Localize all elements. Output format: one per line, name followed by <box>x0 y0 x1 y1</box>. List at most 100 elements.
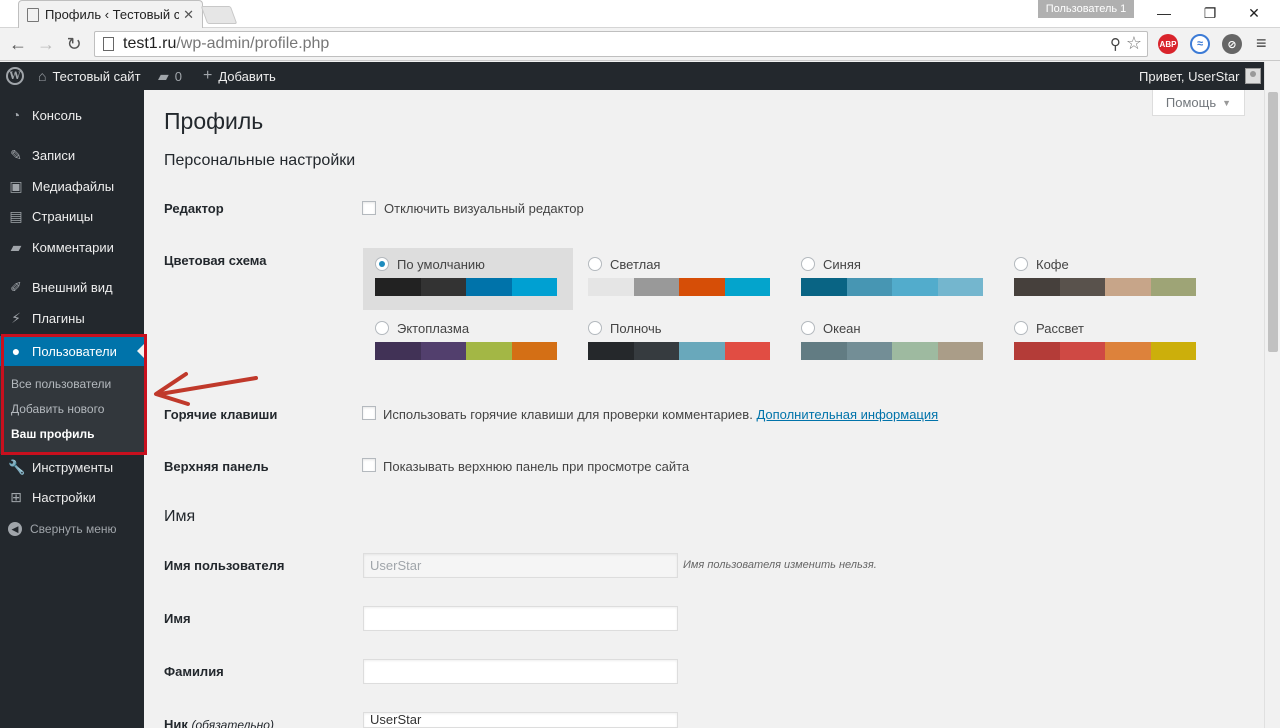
browser-toolbar: ← → ↻ test1.ru/wp-admin/profile.php ⚲ ☆ … <box>0 28 1280 61</box>
hotkeys-checkbox[interactable] <box>362 406 376 420</box>
help-button[interactable]: Помощь ▼ <box>1152 90 1245 116</box>
url-host: test1.ru <box>123 35 177 52</box>
color-scheme-radio[interactable] <box>588 321 602 335</box>
color-scheme-radio[interactable] <box>375 321 389 335</box>
color-scheme-radio[interactable] <box>1014 257 1028 271</box>
sidebar-item-plugins[interactable]: ⚡ Плагины <box>0 303 144 333</box>
sidebar-item-label: Комментарии <box>32 239 114 255</box>
close-window-icon[interactable]: ✕ <box>1232 2 1276 24</box>
comments-link[interactable]: ▰ 0 <box>158 62 182 90</box>
collapse-menu-button[interactable]: ◀ Свернуть меню <box>8 522 117 536</box>
sidebar-item-media[interactable]: ▣ Медиафайлы <box>0 171 144 201</box>
first-name-input[interactable] <box>363 606 678 631</box>
swatch <box>1059 342 1105 360</box>
sidebar-item-dashboard[interactable]: ◔ Консоль <box>0 100 144 130</box>
sidebar-item-appearance[interactable]: ✐ Внешний вид <box>0 272 144 302</box>
close-icon[interactable]: ✕ <box>183 7 194 23</box>
color-scheme-radio[interactable] <box>375 257 389 271</box>
swatch <box>679 342 725 360</box>
restore-icon[interactable]: ❐ <box>1188 2 1232 24</box>
scrollbar-thumb[interactable] <box>1268 92 1278 352</box>
swatch <box>679 278 725 296</box>
profile-badge[interactable]: Пользователь 1 <box>1038 0 1134 18</box>
sidebar-item-label: Настройки <box>32 489 96 505</box>
sidebar-item-pages[interactable]: ▤ Страницы <box>0 201 144 231</box>
color-scheme-ocean[interactable]: Океан <box>789 312 999 374</box>
hotkeys-more-info-link[interactable]: Дополнительная информация <box>756 407 938 422</box>
swatch <box>1059 278 1105 296</box>
wordpress-icon: W <box>6 67 24 85</box>
show-toolbar-label[interactable]: Показывать верхнюю панель при просмотре … <box>383 459 689 474</box>
sidebar-item-settings[interactable]: ⊞ Настройки <box>0 482 144 512</box>
caret-down-icon: ▼ <box>1222 97 1232 108</box>
swatch <box>511 342 557 360</box>
plugin-icon: ⚡ <box>11 309 21 326</box>
swatch <box>588 278 634 296</box>
sync-extension-icon[interactable]: ≈ <box>1190 34 1210 54</box>
zoom-icon[interactable]: ⚲ <box>1110 35 1121 53</box>
add-new-link[interactable]: + Добавить <box>203 62 276 90</box>
back-icon[interactable]: ← <box>6 32 30 56</box>
comments-count: 0 <box>174 68 183 84</box>
last-name-input[interactable] <box>363 659 678 684</box>
brush-icon: ✐ <box>10 278 22 295</box>
page-icon <box>103 37 114 51</box>
sidebar-item-label: Страницы <box>32 208 94 224</box>
compass-extension-icon[interactable]: ⊘ <box>1222 34 1242 54</box>
color-scheme-radio[interactable] <box>1014 321 1028 335</box>
star-icon[interactable]: ☆ <box>1126 33 1142 54</box>
swatch <box>633 342 679 360</box>
color-scheme-name: Кофе <box>1036 257 1069 272</box>
page-title: Профиль <box>164 108 264 134</box>
minimize-icon[interactable]: — <box>1142 2 1186 24</box>
account-menu[interactable]: Привет, UserStar <box>1139 62 1262 90</box>
reload-icon[interactable]: ↻ <box>62 32 86 56</box>
add-new-label: Добавить <box>218 68 276 84</box>
swatch <box>466 342 512 360</box>
address-bar[interactable]: test1.ru/wp-admin/profile.php ⚲ ☆ <box>94 31 1148 57</box>
color-scheme-coffee[interactable]: Кофе <box>1002 248 1212 310</box>
color-scheme-sunrise[interactable]: Рассвет <box>1002 312 1212 374</box>
hotkeys-option[interactable]: Использовать горячие клавиши для проверк… <box>383 407 938 422</box>
help-label: Помощь <box>1165 95 1217 110</box>
wordpress-logo-item[interactable]: W <box>6 62 24 90</box>
color-scheme-radio[interactable] <box>801 257 815 271</box>
color-scheme-radio[interactable] <box>801 321 815 335</box>
pin-icon: ✎ <box>10 146 22 163</box>
swatch <box>420 342 466 360</box>
page-scrollbar[interactable] <box>1264 62 1280 728</box>
color-scheme-blue[interactable]: Синяя <box>789 248 999 310</box>
forward-icon[interactable]: → <box>34 32 58 56</box>
color-scheme-light[interactable]: Светлая <box>576 248 786 310</box>
swatch <box>937 278 983 296</box>
browser-tab[interactable]: Профиль ‹ Тестовый сайт ✕ <box>18 0 203 28</box>
sidebar-item-posts[interactable]: ✎ Записи <box>0 140 144 170</box>
nickname-input[interactable] <box>363 712 678 728</box>
color-scheme-midnight[interactable]: Полночь <box>576 312 786 374</box>
color-swatches <box>375 342 557 360</box>
new-tab-button[interactable] <box>200 6 238 24</box>
menu-icon[interactable]: ≡ <box>1256 33 1267 54</box>
disable-visual-editor-checkbox[interactable] <box>362 201 376 215</box>
sidebar-item-label: Плагины <box>32 310 85 326</box>
swatch <box>375 278 421 296</box>
swatch <box>511 278 557 296</box>
show-toolbar-checkbox[interactable] <box>362 458 376 472</box>
sidebar-item-tools[interactable]: 🔧 Инструменты <box>0 452 144 482</box>
swatch <box>633 278 679 296</box>
disable-visual-editor-label[interactable]: Отключить визуальный редактор <box>384 201 584 216</box>
tools-icon: 🔧 <box>8 458 26 475</box>
sidebar-item-comments[interactable]: ▰ Комментарии <box>0 232 144 262</box>
last-name-label: Фамилия <box>164 664 224 679</box>
personal-settings-heading: Персональные настройки <box>164 152 356 169</box>
color-scheme-default[interactable]: По умолчанию <box>363 248 573 310</box>
color-scheme-ectoplasm[interactable]: Эктоплазма <box>363 312 573 374</box>
site-name: Тестовый сайт <box>52 68 141 84</box>
collapse-icon: ◀ <box>8 522 22 536</box>
adblock-icon[interactable]: ABP <box>1158 34 1178 54</box>
comment-bubble-icon: ▰ <box>158 67 169 84</box>
color-scheme-name: Синяя <box>823 257 861 272</box>
username-input <box>363 553 678 578</box>
site-name-link[interactable]: ⌂ Тестовый сайт <box>38 62 141 90</box>
color-scheme-radio[interactable] <box>588 257 602 271</box>
